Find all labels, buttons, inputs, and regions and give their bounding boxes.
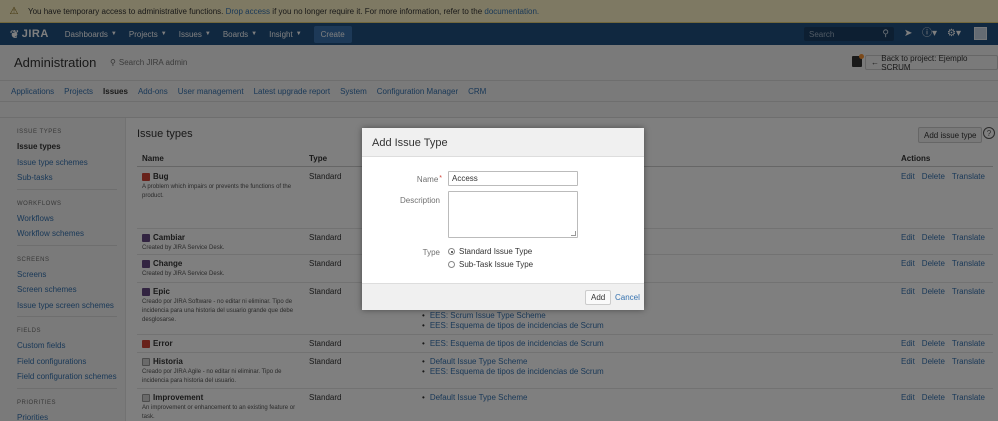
required-icon: * — [439, 175, 442, 182]
description-field[interactable] — [448, 191, 578, 238]
dialog-header: Add Issue Type — [362, 128, 644, 157]
type-label: Type — [422, 248, 440, 257]
add-button[interactable]: Add — [585, 290, 612, 305]
radio-unselected-icon[interactable] — [448, 261, 455, 268]
radio-selected-icon[interactable] — [448, 248, 455, 255]
radio-standard-issue-type[interactable]: Standard Issue Type — [448, 247, 532, 256]
name-label-text: Name — [416, 175, 439, 184]
cancel-link[interactable]: Cancel — [615, 293, 640, 302]
name-label: Name* — [366, 175, 442, 184]
resize-handle-icon[interactable] — [571, 231, 576, 236]
radio-label: Standard Issue Type — [459, 247, 533, 256]
dialog-footer: Add Cancel — [362, 283, 644, 310]
radio-label: Sub-Task Issue Type — [459, 260, 534, 269]
dialog-title: Add Issue Type — [372, 137, 448, 149]
description-label: Description — [399, 196, 440, 205]
radio-sub-task-issue-type[interactable]: Sub-Task Issue Type — [448, 260, 533, 269]
add-issue-type-dialog: Add Issue Type Name* Description Type St… — [362, 128, 644, 310]
name-field[interactable] — [448, 171, 578, 186]
